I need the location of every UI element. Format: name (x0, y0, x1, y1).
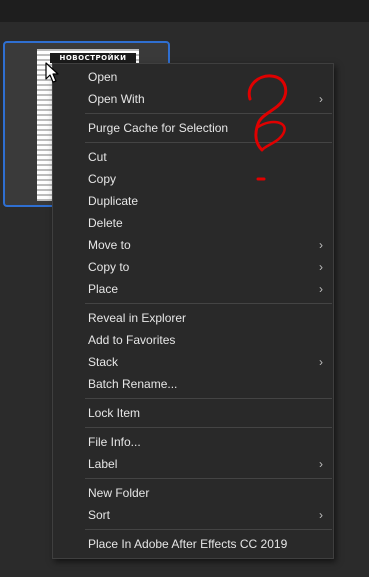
thumbnail-title-text: НОВОСТРОЙКИ (50, 53, 136, 63)
menu-item-label: Label (88, 457, 118, 471)
menu-item-add-to-favorites[interactable]: Add to Favorites (54, 329, 332, 351)
menu-item-label-submenu[interactable]: Label › (54, 453, 332, 475)
menu-item-sort[interactable]: Sort › (54, 504, 332, 526)
red-question-mark-annotation (247, 74, 288, 181)
menu-separator (85, 142, 332, 143)
menu-item-label: Batch Rename... (88, 377, 178, 391)
menu-item-label: Sort (88, 508, 111, 522)
menu-item-label: Copy to (88, 260, 130, 274)
menu-item-place-in-after-effects[interactable]: Place In Adobe After Effects CC 2019 (54, 533, 332, 555)
menu-item-label: Lock Item (88, 406, 141, 420)
chevron-right-icon: › (319, 508, 323, 522)
menu-item-new-folder[interactable]: New Folder (54, 482, 332, 504)
menu-item-label: New Folder (88, 486, 150, 500)
menu-item-label: Purge Cache for Selection (88, 121, 229, 135)
menu-separator (85, 427, 332, 428)
menu-separator (85, 478, 332, 479)
menu-item-stack[interactable]: Stack › (54, 351, 332, 373)
mouse-pointer-icon (45, 62, 59, 83)
menu-item-label: Move to (88, 238, 131, 252)
chevron-right-icon: › (319, 355, 323, 369)
chevron-right-icon: › (319, 238, 323, 252)
menu-item-label: Reveal in Explorer (88, 311, 187, 325)
menu-item-label: Stack (88, 355, 119, 369)
menu-item-batch-rename[interactable]: Batch Rename... (54, 373, 332, 395)
chevron-right-icon: › (319, 92, 323, 106)
menu-item-label: Duplicate (88, 194, 139, 208)
top-bar (0, 0, 369, 22)
menu-item-duplicate[interactable]: Duplicate (54, 190, 332, 212)
menu-item-copy-to[interactable]: Copy to › (54, 256, 332, 278)
menu-item-label: Place (88, 282, 119, 296)
menu-item-label: Place In Adobe After Effects CC 2019 (88, 537, 288, 551)
menu-item-delete[interactable]: Delete (54, 212, 332, 234)
menu-separator (85, 113, 332, 114)
menu-item-lock-item[interactable]: Lock Item (54, 402, 332, 424)
menu-separator (85, 529, 332, 530)
chevron-right-icon: › (319, 457, 323, 471)
menu-separator (85, 398, 332, 399)
menu-item-label: Copy (88, 172, 117, 186)
menu-item-reveal-in-explorer[interactable]: Reveal in Explorer (54, 307, 332, 329)
menu-item-move-to[interactable]: Move to › (54, 234, 332, 256)
menu-item-label: File Info... (88, 435, 141, 449)
menu-item-label: Add to Favorites (88, 333, 176, 347)
menu-item-label: Open (88, 70, 118, 84)
menu-item-label: Delete (88, 216, 123, 230)
chevron-right-icon: › (319, 282, 323, 296)
menu-item-label: Open With (88, 92, 145, 106)
menu-item-label: Cut (88, 150, 107, 164)
menu-item-place[interactable]: Place › (54, 278, 332, 300)
menu-separator (85, 303, 332, 304)
menu-item-file-info[interactable]: File Info... (54, 431, 332, 453)
chevron-right-icon: › (319, 260, 323, 274)
